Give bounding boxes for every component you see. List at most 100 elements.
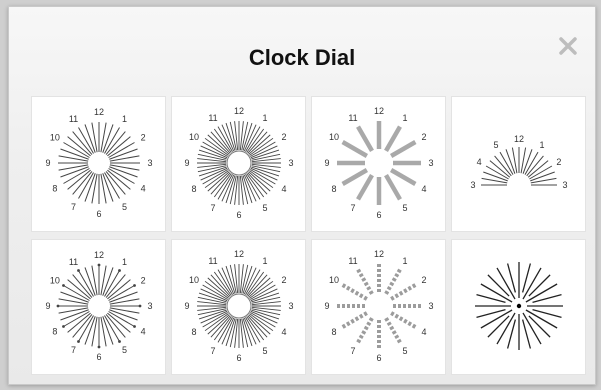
dial-number-4: 4 <box>141 184 146 194</box>
dial-number-3: 3 <box>562 180 567 190</box>
dial-hub <box>226 293 252 319</box>
dial-option-3[interactable]: 12 1 2 3 4 5 6 7 8 9 10 11 <box>311 96 446 232</box>
dial-number-1: 1 <box>402 256 407 266</box>
dial-dashed-bar <box>356 317 374 344</box>
dial-number-7: 7 <box>210 346 215 356</box>
dial-number-11: 11 <box>208 256 217 266</box>
dial-hub <box>368 295 390 317</box>
dial-number-5: 5 <box>122 202 127 212</box>
dial-dense-arrow-lines-svg: 121234567891011 <box>184 249 293 363</box>
dial-number-9: 9 <box>324 301 329 311</box>
dial-line <box>100 316 107 347</box>
dial-number-9: 9 <box>45 158 50 168</box>
dial-number-3: 3 <box>147 301 152 311</box>
dial-number-2: 2 <box>422 275 427 285</box>
dial-bar <box>341 168 369 186</box>
dial-number-5: 5 <box>402 203 407 213</box>
dial-line <box>109 155 140 162</box>
dial-dashed-bar <box>384 268 402 295</box>
dialog-title: Clock Dial <box>248 45 356 70</box>
dial-option-2[interactable]: 12 1 2 3 4 5 6 7 8 9 10 11 <box>171 96 306 232</box>
dial-arrow-tip <box>118 340 121 343</box>
dial-number-10: 10 <box>189 275 199 285</box>
dial-number-8: 8 <box>52 184 57 194</box>
dial-number-12: 12 <box>94 107 104 117</box>
dial-center-dot <box>516 303 522 309</box>
dial-number-1: 1 <box>539 140 544 150</box>
dial-line <box>100 173 107 204</box>
dial-line <box>58 307 89 314</box>
dial-number-4: 4 <box>141 327 146 337</box>
dial-number-1: 1 <box>122 114 127 124</box>
dial-bar <box>356 125 374 153</box>
close-icon[interactable] <box>555 33 581 59</box>
dial-line <box>100 265 107 296</box>
dial-arrow-tip <box>97 345 101 349</box>
dial-line <box>58 155 89 162</box>
dial-number-7: 7 <box>350 203 355 213</box>
dial-number-7: 7 <box>71 345 76 355</box>
dial-line <box>91 265 98 296</box>
dial-dashed-bar <box>341 311 368 329</box>
dial-number-5: 5 <box>402 346 407 356</box>
dial-bar <box>341 140 369 158</box>
dial-line <box>91 316 98 347</box>
dial-dashed-gray-bars-svg: 121234567891011 <box>324 249 433 363</box>
dial-number-4: 4 <box>422 184 427 194</box>
dial-bar <box>384 173 402 201</box>
dial-number-5: 5 <box>262 203 267 213</box>
dial-arrow-tip <box>56 304 60 308</box>
dial-dense-thin-lines-svg: 121234567891011 <box>184 106 293 220</box>
dial-number-11: 11 <box>348 113 357 123</box>
dial-option-8[interactable] <box>451 239 586 375</box>
dial-arrow-tip <box>138 304 142 308</box>
dial-line <box>91 173 98 204</box>
dial-number-4: 4 <box>282 327 287 337</box>
dial-number-10: 10 <box>50 276 60 286</box>
dial-dashed-bar <box>356 268 374 295</box>
dial-options-grid: 12 1 2 3 4 5 6 7 8 9 10 11 12 1 2 3 4 5 6 7 8 9 10 11 12 1 2 3 4 5 6… <box>31 96 587 375</box>
dial-number-5: 5 <box>122 345 127 355</box>
dial-bar <box>356 173 374 201</box>
dial-number-6: 6 <box>96 352 101 362</box>
dial-option-4[interactable]: 3 4 5 12 1 2 3 <box>451 96 586 232</box>
dial-number-1: 1 <box>262 113 267 123</box>
dial-starburst-no-numbers-svg <box>475 262 563 350</box>
dial-bar <box>384 125 402 153</box>
dial-arrow-tip <box>77 340 80 343</box>
dial-line <box>58 298 89 305</box>
dial-hub <box>89 296 109 316</box>
dial-option-1[interactable]: 12 1 2 3 4 5 6 7 8 9 10 11 <box>31 96 166 232</box>
dial-number-3: 3 <box>428 301 433 311</box>
dial-number-6: 6 <box>236 210 241 220</box>
dial-option-6[interactable]: 12 1 2 3 4 5 6 7 8 9 10 11 <box>171 239 306 375</box>
dial-number-7: 7 <box>210 203 215 213</box>
dial-thick-gray-bars-svg: 121234567891011 <box>324 106 433 220</box>
dial-number-8: 8 <box>52 327 57 337</box>
dial-number-7: 7 <box>71 202 76 212</box>
dial-arrow-tip <box>118 269 121 272</box>
dial-number-5: 5 <box>262 346 267 356</box>
dial-ray <box>528 274 551 297</box>
dial-dashed-bar <box>390 311 417 329</box>
dial-option-7[interactable]: 12 1 2 3 4 5 6 7 8 9 10 11 <box>311 239 446 375</box>
dial-number-3: 3 <box>470 180 475 190</box>
dial-number-12: 12 <box>234 106 244 116</box>
dial-line <box>109 298 140 305</box>
dial-half-fan-svg: 34512123 <box>470 134 567 190</box>
dial-dashed-bar <box>390 283 417 301</box>
dial-line <box>109 164 140 171</box>
dial-number-3: 3 <box>288 158 293 168</box>
dial-number-4: 4 <box>282 184 287 194</box>
dial-number-1: 1 <box>262 256 267 266</box>
dial-hub <box>226 150 252 176</box>
dial-thin-lines-small-hub-svg: 121234567891011 <box>45 107 152 219</box>
dial-number-11: 11 <box>348 256 357 266</box>
dial-number-4: 4 <box>477 157 482 167</box>
dial-number-1: 1 <box>122 257 127 267</box>
dial-number-2: 2 <box>282 132 287 142</box>
dial-option-5[interactable]: 12 1 2 3 4 5 6 7 8 9 10 11 <box>31 239 166 375</box>
dial-number-8: 8 <box>191 327 196 337</box>
dial-number-10: 10 <box>329 275 339 285</box>
dial-number-6: 6 <box>376 353 381 363</box>
